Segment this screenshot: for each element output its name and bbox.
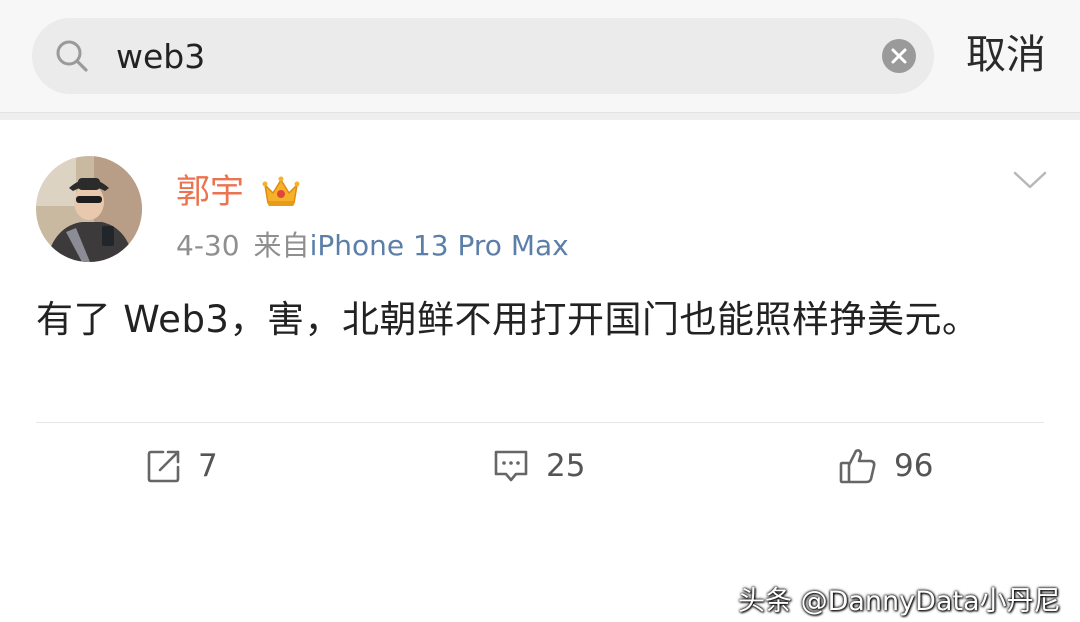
search-icon	[56, 40, 88, 72]
header-divider	[0, 112, 1080, 120]
comment-icon	[494, 450, 528, 482]
watermark: 头条 @DannyData小丹尼	[738, 586, 1061, 617]
post-date: 4-30	[176, 229, 240, 262]
search-box[interactable]	[32, 18, 934, 94]
comment-count: 25	[546, 448, 586, 484]
vip-crown-icon	[262, 176, 300, 206]
post-text: 有了 Web3，害，北朝鲜不用打开国门也能照样挣美元。	[36, 298, 980, 341]
search-input[interactable]	[116, 28, 836, 84]
like-icon	[839, 449, 876, 484]
clear-icon[interactable]	[882, 39, 916, 73]
author-name[interactable]: 郭宇	[176, 170, 244, 214]
search-header: 取消	[0, 0, 1080, 112]
action-divider	[36, 422, 1044, 423]
post-source-device[interactable]: iPhone 13 Pro Max	[310, 229, 569, 262]
repost-count: 7	[198, 448, 218, 484]
comment-button[interactable]: 25	[492, 442, 585, 490]
post-source-prefix: 来自	[253, 229, 310, 262]
chevron-down-icon[interactable]	[1012, 168, 1048, 192]
avatar[interactable]	[36, 156, 142, 262]
repost-icon	[147, 450, 180, 483]
cancel-button[interactable]: 取消	[966, 26, 1046, 84]
like-count: 96	[894, 448, 934, 484]
post-meta: 4-30 来自iPhone 13 Pro Max	[176, 226, 569, 266]
like-button[interactable]: 96	[838, 442, 933, 490]
repost-button[interactable]: 7	[146, 442, 218, 490]
post-card: 郭宇 4-30 来自iPhone 13 Pro Max 有了 Web3，害，北朝鲜…	[0, 120, 1080, 617]
